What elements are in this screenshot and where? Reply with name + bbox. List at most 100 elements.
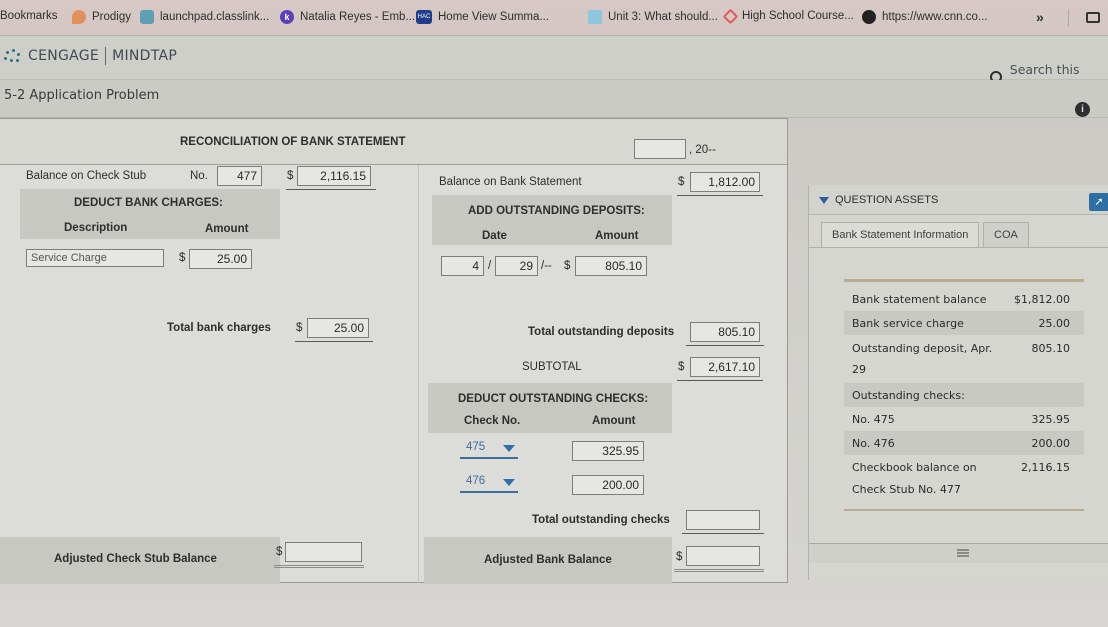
divider	[105, 47, 107, 65]
total-deposits-label: Total outstanding deposits	[528, 326, 675, 338]
adjusted-bank-balance-row: Adjusted Bank Balance	[424, 537, 672, 584]
statement-date-input[interactable]	[634, 139, 686, 159]
col-amount: Amount	[205, 223, 249, 235]
underline	[677, 380, 763, 381]
dollar-sign: $	[676, 551, 683, 563]
adjusted-bank-balance-input[interactable]	[686, 546, 760, 566]
bookmark-label: Unit 3: What should...	[608, 11, 718, 23]
underline	[686, 345, 764, 346]
asset-row: Bank service charge 25.00	[844, 311, 1084, 335]
bookmark-classlink[interactable]: launchpad.classlink...	[140, 10, 269, 24]
asset-key: No. 476	[852, 437, 895, 450]
check-number-select[interactable]: 475	[460, 441, 518, 459]
problem-bar: 5-2 Application Problem i	[0, 80, 1108, 118]
deduct-checks-header: DEDUCT OUTSTANDING CHECKS: Check No. Amo…	[428, 383, 672, 433]
asset-row: Bank statement balance $1,812.00	[844, 287, 1084, 311]
underline	[286, 189, 376, 190]
bookmarks-overflow-button[interactable]: »	[1036, 9, 1044, 25]
question-assets-toggle[interactable]: QUESTION ASSETS	[819, 194, 938, 206]
date-separator: /	[488, 260, 492, 272]
asset-value: 805.10	[1031, 342, 1071, 355]
total-bank-charges-label: Total bank charges	[167, 322, 271, 334]
total-checks-label: Total outstanding checks	[532, 514, 670, 526]
add-deposits-header: ADD OUTSTANDING DEPOSITS: Date Amount	[432, 195, 672, 245]
total-deposits-input[interactable]	[690, 322, 760, 342]
info-icon[interactable]: i	[1075, 102, 1090, 117]
bookmark-bookmarks[interactable]: Bookmarks	[0, 10, 58, 22]
asset-key: Bank statement balance	[852, 293, 987, 306]
col-description: Description	[64, 222, 128, 234]
check-number-select[interactable]: 476	[460, 475, 518, 493]
bookmark-cnn[interactable]: https://www.cnn.co...	[862, 10, 987, 24]
adjusted-check-stub-label: Adjusted Check Stub Balance	[54, 553, 217, 565]
pin-icon[interactable]: ➚	[1089, 193, 1108, 211]
hac-icon: HAC	[416, 10, 432, 24]
charge-description-input[interactable]	[26, 249, 164, 267]
divider	[1068, 9, 1069, 27]
adjusted-bank-balance-label: Adjusted Bank Balance	[484, 554, 612, 566]
bookmark-natalia-reyes[interactable]: k Natalia Reyes - Emb...	[280, 10, 415, 24]
deposit-amount-input[interactable]	[575, 256, 647, 276]
bookmark-label: launchpad.classlink...	[160, 11, 270, 23]
tab-bank-statement-information[interactable]: Bank Statement Information	[821, 222, 980, 248]
cengage-logo[interactable]: CENGAGE MINDTAP	[4, 47, 177, 65]
double-underline	[274, 565, 364, 568]
col-check-no: Check No.	[464, 415, 521, 427]
tab-coa[interactable]: COA	[983, 222, 1029, 248]
double-underline	[674, 569, 764, 572]
table-bottom-rule	[844, 509, 1084, 511]
form-title: RECONCILIATION OF BANK STATEMENT	[180, 136, 406, 148]
question-assets-header[interactable]: QUESTION ASSETS ➚	[809, 185, 1108, 215]
check-stub-balance-input[interactable]	[297, 166, 371, 186]
bookmark-high-school[interactable]: High School Course...	[722, 8, 854, 24]
check-stub-label: Balance on Check Stub	[26, 170, 147, 182]
subtotal-label: SUBTOTAL	[522, 361, 582, 373]
p-icon	[588, 10, 602, 24]
folder-icon[interactable]	[1086, 12, 1100, 23]
dollar-sign: $	[678, 176, 685, 188]
question-assets-title: QUESTION ASSETS	[835, 194, 939, 206]
bookmark-label: Bookmarks	[0, 10, 58, 22]
check-stub-number-input[interactable]	[217, 166, 262, 186]
asset-key: Outstanding checks:	[852, 389, 965, 402]
check-amount-input[interactable]	[572, 441, 644, 461]
total-checks-input[interactable]	[686, 510, 760, 530]
product-name: MINDTAP	[112, 48, 178, 64]
asset-key: Outstanding deposit, Apr.	[852, 342, 993, 355]
grip-icon[interactable]	[957, 549, 969, 557]
dollar-sign: $	[296, 322, 303, 334]
date-year-suffix: /--	[541, 260, 552, 272]
asset-key: Checkbook balance on	[852, 461, 977, 474]
panel-resize-bar[interactable]	[809, 543, 1108, 563]
bank-balance-input[interactable]	[690, 172, 760, 192]
asset-key: Bank service charge	[852, 317, 964, 330]
add-deposits-title: ADD OUTSTANDING DEPOSITS:	[468, 205, 645, 217]
cengage-dots-icon	[4, 49, 22, 63]
underline	[295, 341, 373, 342]
total-bank-charges-input[interactable]	[307, 318, 369, 338]
asset-row: No. 475 325.95	[844, 407, 1084, 431]
underline	[682, 533, 764, 534]
bookmark-unit-3[interactable]: Unit 3: What should...	[588, 10, 718, 24]
bookmark-home-view[interactable]: HAC Home View Summa...	[416, 10, 549, 24]
app-header: CENGAGE MINDTAP Search this cour	[0, 36, 1108, 92]
dollar-sign: $	[564, 260, 571, 272]
deposit-month-input[interactable]	[441, 256, 484, 276]
adjusted-check-stub-input[interactable]	[285, 542, 362, 562]
deduct-bank-charges-title: DEDUCT BANK CHARGES:	[74, 197, 223, 209]
charge-amount-input[interactable]	[189, 249, 252, 269]
asset-key: Check Stub No. 477	[852, 483, 961, 496]
subtotal-input[interactable]	[690, 357, 760, 377]
bookmark-label: Home View Summa...	[438, 11, 549, 23]
check-amount-input[interactable]	[572, 475, 644, 495]
k-icon: k	[280, 10, 294, 24]
col-amount: Amount	[595, 230, 639, 242]
check-number-value: 475	[466, 441, 486, 453]
asset-value: 200.00	[1031, 437, 1071, 450]
bookmarks-bar: Bookmarks Prodigy launchpad.classlink...…	[0, 0, 1108, 36]
bookmark-prodigy[interactable]: Prodigy	[72, 10, 131, 24]
deposit-day-input[interactable]	[495, 256, 538, 276]
column-divider	[418, 165, 419, 583]
hs-icon	[722, 8, 739, 24]
underline	[677, 195, 763, 196]
